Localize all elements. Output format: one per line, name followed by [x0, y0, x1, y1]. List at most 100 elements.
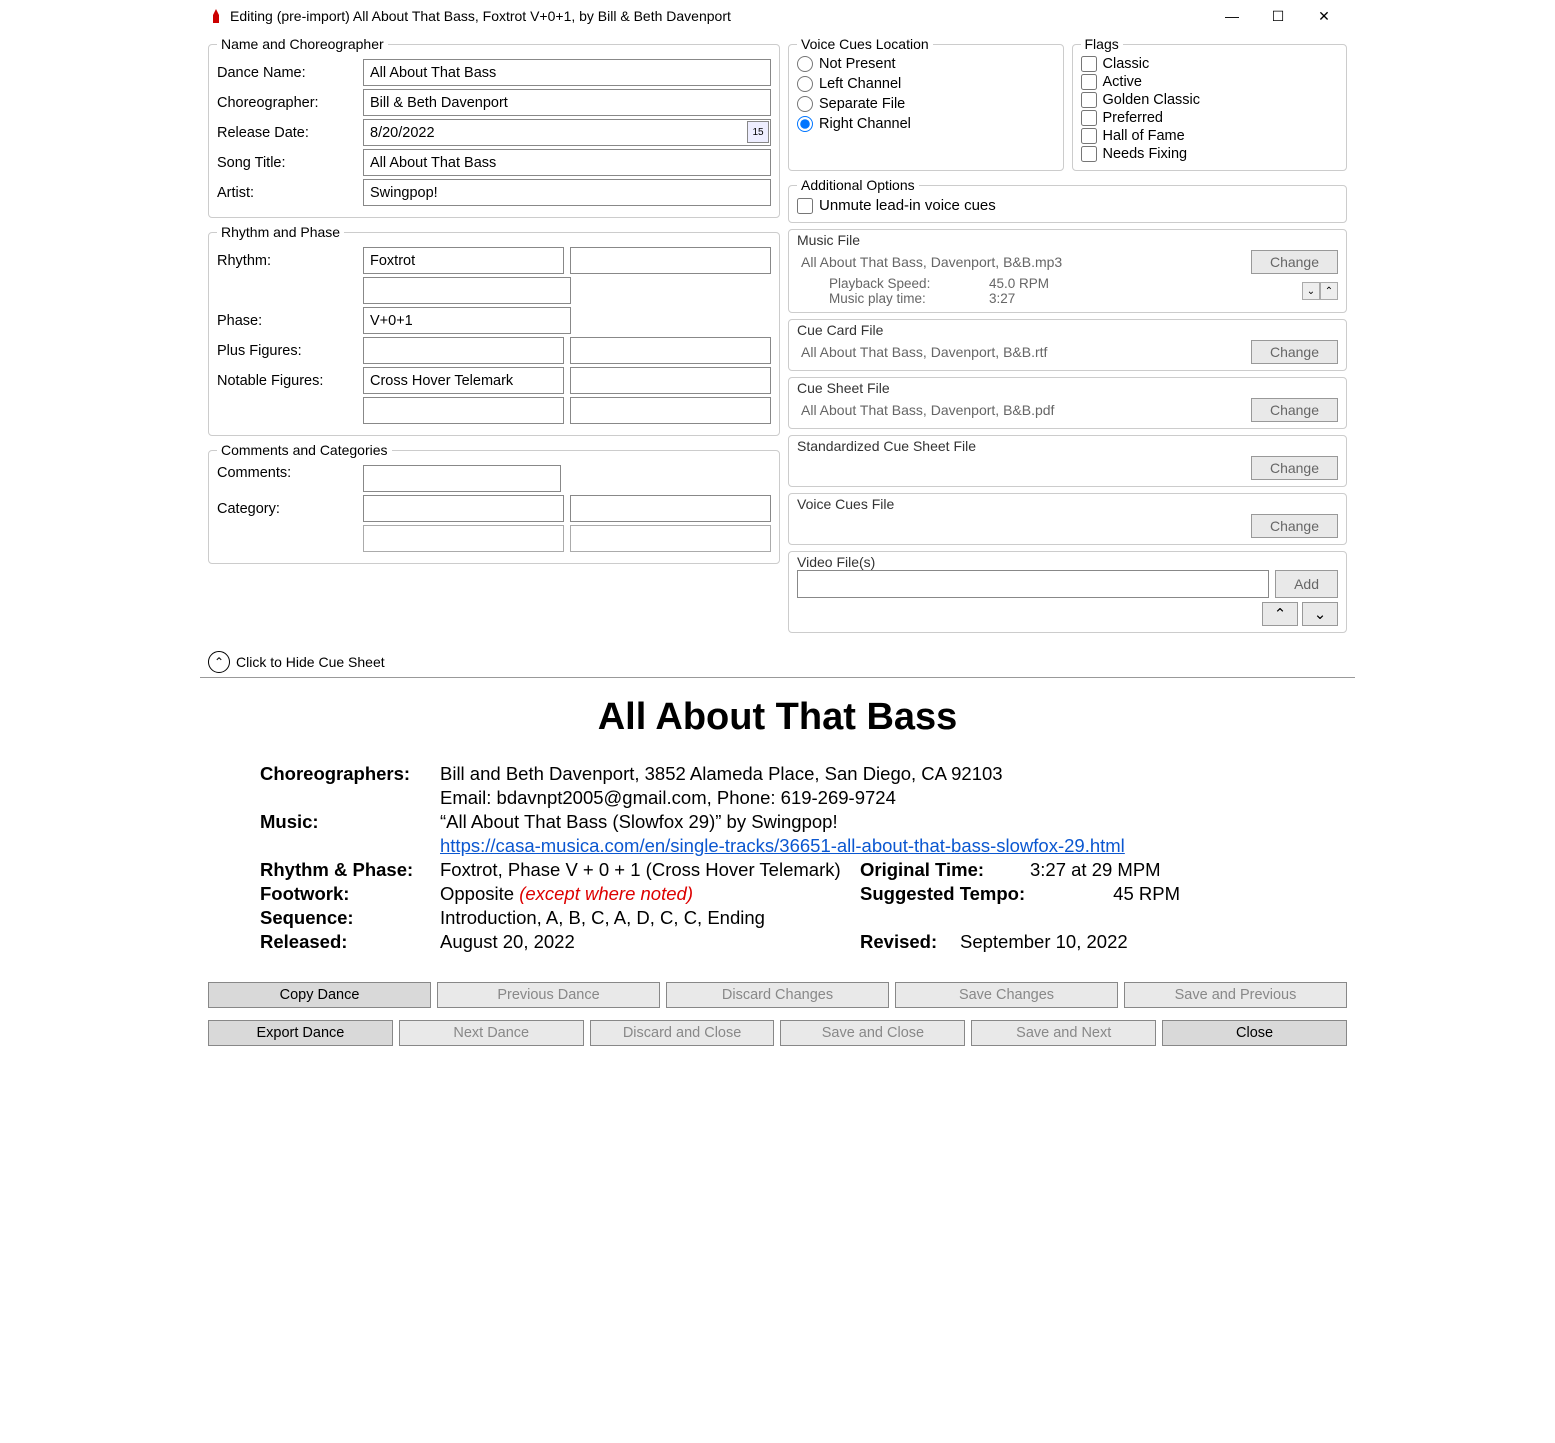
cue-card-change-button[interactable]: Change	[1251, 340, 1338, 364]
sheet-origtime-value: 3:27 at 29 MPM	[1030, 859, 1220, 881]
choreographer-input[interactable]	[363, 89, 771, 116]
notable-figures-input-1[interactable]	[363, 367, 564, 394]
addl-legend: Additional Options	[797, 177, 919, 193]
sheet-music-value: “All About That Bass (Slowfox 29)” by Sw…	[440, 811, 1295, 833]
sheet-revised-value: September 10, 2022	[960, 931, 1150, 953]
phase-input[interactable]	[363, 307, 571, 334]
chevron-down-icon: ⌄	[1302, 282, 1320, 300]
song-title-input[interactable]	[363, 149, 771, 176]
previous-dance-button[interactable]: Previous Dance	[437, 982, 660, 1008]
category-select-2[interactable]	[570, 495, 771, 522]
plus-figures-input-2[interactable]	[570, 337, 771, 364]
sheet-footwork-value: Opposite (except where noted)	[440, 883, 860, 905]
close-window-button[interactable]: ✕	[1301, 2, 1347, 30]
flag-active[interactable]: Active	[1081, 74, 1201, 90]
artist-input[interactable]	[363, 179, 771, 206]
chevron-up-icon: ⌃	[1320, 282, 1338, 300]
rhythm-select-1[interactable]: Foxtrot	[363, 247, 564, 274]
dance-name-label: Dance Name:	[217, 65, 357, 81]
sheet-footwork-label: Footwork:	[260, 883, 440, 905]
sheet-music-label: Music:	[260, 811, 440, 833]
cue-card-legend: Cue Card File	[797, 322, 1338, 338]
dance-name-input[interactable]	[363, 59, 771, 86]
voice-not-present[interactable]: Not Present	[797, 56, 937, 72]
flag-classic[interactable]: Classic	[1081, 56, 1201, 72]
rhythm-group-legend: Rhythm and Phase	[217, 224, 344, 240]
save-and-close-button[interactable]: Save and Close	[780, 1020, 965, 1046]
notable-figures-input-3[interactable]	[363, 397, 564, 424]
rhythm-label: Rhythm:	[217, 253, 357, 269]
music-change-button[interactable]: Change	[1251, 250, 1338, 274]
sheet-rhythm-value: Foxtrot, Phase V + 0 + 1 (Cross Hover Te…	[440, 859, 860, 881]
voice-legend: Voice Cues Location	[797, 36, 933, 52]
save-changes-button[interactable]: Save Changes	[895, 982, 1118, 1008]
flag-preferred[interactable]: Preferred	[1081, 110, 1201, 126]
name-choreographer-group: Name and Choreographer Dance Name: Chore…	[208, 36, 780, 218]
category-select-4[interactable]	[570, 525, 771, 552]
cue-sheet-file-name: All About That Bass, Davenport, B&B.pdf	[797, 402, 1245, 418]
export-dance-button[interactable]: Export Dance	[208, 1020, 393, 1046]
flag-golden-classic[interactable]: Golden Classic	[1081, 92, 1201, 108]
flag-hall-of-fame[interactable]: Hall of Fame	[1081, 128, 1201, 144]
video-files-group: Video File(s) Add ⌃⌄	[788, 551, 1347, 633]
voice-file-change-button[interactable]: Change	[1251, 514, 1338, 538]
voice-file-legend: Voice Cues File	[797, 496, 1338, 512]
voice-cues-file-group: Voice Cues File Change	[788, 493, 1347, 545]
voice-left-channel[interactable]: Left Channel	[797, 76, 937, 92]
music-file-legend: Music File	[797, 232, 1338, 248]
comments-textarea[interactable]	[363, 465, 561, 492]
category-select-3[interactable]	[363, 525, 564, 552]
sheet-choreo-label: Choreographers:	[260, 763, 440, 785]
std-cue-legend: Standardized Cue Sheet File	[797, 438, 1338, 454]
notable-figures-label: Notable Figures:	[217, 373, 357, 389]
cue-sheet-change-button[interactable]: Change	[1251, 398, 1338, 422]
cue-sheet-legend: Cue Sheet File	[797, 380, 1338, 396]
save-and-previous-button[interactable]: Save and Previous	[1124, 982, 1347, 1008]
sheet-tempo-value: 45 RPM	[1030, 883, 1220, 905]
next-dance-button[interactable]: Next Dance	[399, 1020, 584, 1046]
sheet-tempo-label: Suggested Tempo:	[860, 883, 1030, 905]
notable-figures-input-4[interactable]	[570, 397, 771, 424]
std-cue-sheet-file-group: Standardized Cue Sheet File Change	[788, 435, 1347, 487]
cue-sheet-toggle[interactable]: ⌃ Click to Hide Cue Sheet	[200, 647, 1355, 678]
sheet-music-link[interactable]: https://casa-musica.com/en/single-tracks…	[440, 835, 1125, 856]
discard-changes-button[interactable]: Discard Changes	[666, 982, 889, 1008]
std-cue-change-button[interactable]: Change	[1251, 456, 1338, 480]
cue-sheet-file-group: Cue Sheet File All About That Bass, Dave…	[788, 377, 1347, 429]
close-button[interactable]: Close	[1162, 1020, 1347, 1046]
calendar-icon[interactable]: 15	[747, 121, 769, 143]
sheet-choreo-value2: Email: bdavnpt2005@gmail.com, Phone: 619…	[440, 787, 1295, 809]
unmute-checkbox[interactable]: Unmute lead-in voice cues	[797, 197, 1338, 214]
additional-options-group: Additional Options Unmute lead-in voice …	[788, 177, 1347, 223]
app-icon	[208, 8, 224, 24]
copy-dance-button[interactable]: Copy Dance	[208, 982, 431, 1008]
voice-right-channel[interactable]: Right Channel	[797, 116, 937, 132]
rhythm-phase-group: Rhythm and Phase Rhythm:Foxtrot Phase: P…	[208, 224, 780, 436]
plus-figures-input-1[interactable]	[363, 337, 564, 364]
maximize-button[interactable]: ☐	[1255, 2, 1301, 30]
choreographer-label: Choreographer:	[217, 95, 357, 111]
discard-and-close-button[interactable]: Discard and Close	[590, 1020, 775, 1046]
category-select-1[interactable]	[363, 495, 564, 522]
flag-needs-fixing[interactable]: Needs Fixing	[1081, 146, 1201, 162]
music-file-name: All About That Bass, Davenport, B&B.mp3	[797, 254, 1245, 270]
video-file-input[interactable]	[797, 570, 1269, 598]
video-down-button[interactable]: ⌄	[1302, 602, 1338, 626]
notable-figures-input-2[interactable]	[570, 367, 771, 394]
rhythm-select-2[interactable]	[570, 247, 771, 274]
music-spinner[interactable]: ⌄⌃	[1302, 282, 1338, 300]
comments-group-legend: Comments and Categories	[217, 442, 392, 458]
rhythm-select-3[interactable]	[363, 277, 571, 304]
save-and-next-button[interactable]: Save and Next	[971, 1020, 1156, 1046]
sheet-released-value: August 20, 2022	[440, 931, 860, 953]
artist-label: Artist:	[217, 185, 357, 201]
minimize-button[interactable]: —	[1209, 2, 1255, 30]
sheet-released-label: Released:	[260, 931, 440, 953]
sheet-revised-label: Revised:	[860, 931, 960, 953]
video-up-button[interactable]: ⌃	[1262, 602, 1298, 626]
release-date-input[interactable]	[363, 119, 771, 146]
voice-cues-location-group: Voice Cues Location Not Present Left Cha…	[788, 36, 1064, 171]
voice-separate-file[interactable]: Separate File	[797, 96, 937, 112]
video-add-button[interactable]: Add	[1275, 570, 1338, 598]
sheet-sequence-value: Introduction, A, B, C, A, D, C, C, Endin…	[440, 907, 1295, 929]
